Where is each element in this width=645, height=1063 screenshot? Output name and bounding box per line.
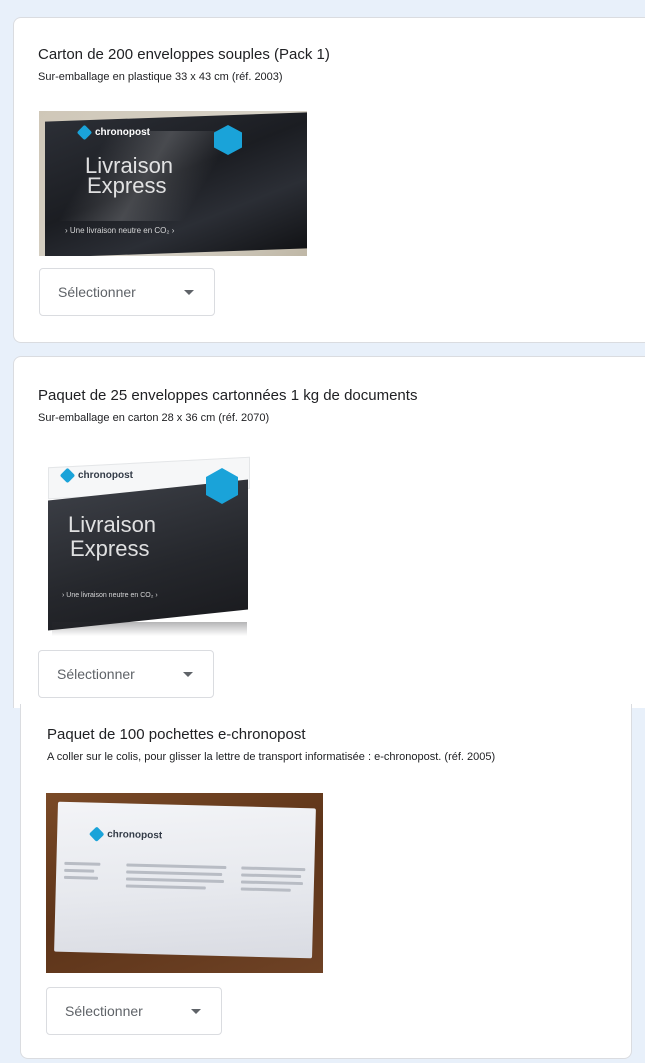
chronopost-logo-icon: [59, 467, 76, 484]
caret-down-icon: [191, 1009, 201, 1014]
quantity-select[interactable]: Sélectionner: [46, 987, 222, 1035]
chronopost-logo-icon: [88, 826, 105, 842]
product-title: Paquet de 100 pochettes e-chronopost: [47, 726, 306, 743]
brand-logo: chronopost: [76, 124, 150, 141]
caret-down-icon: [183, 672, 193, 677]
product-image: chronopost Livraison Express › Une livra…: [39, 111, 307, 256]
pouch: chronopost: [54, 801, 316, 959]
product-image: chronopost Livraison Express › Une livra…: [40, 452, 260, 637]
product-image: chronopost: [46, 793, 323, 973]
quantity-select[interactable]: Sélectionner: [39, 268, 215, 316]
product-card-1: Carton de 200 enveloppes souples (Pack 1…: [13, 17, 645, 343]
product-title: Carton de 200 enveloppes souples (Pack 1…: [38, 46, 330, 63]
product-subtitle: A coller sur le colis, pour glisser la l…: [47, 751, 496, 763]
product-subtitle: Sur-emballage en plastique 33 x 43 cm (r…: [38, 71, 283, 83]
brand-logo: chronopost: [59, 467, 133, 484]
chronopost-logo-icon: [76, 124, 93, 141]
order-form: Carton de 200 enveloppes souples (Pack 1…: [0, 0, 645, 1063]
brand-logo: chronopost: [88, 826, 162, 842]
caret-down-icon: [184, 290, 194, 295]
product-subtitle: Sur-emballage en carton 28 x 36 cm (réf.…: [38, 412, 270, 424]
quantity-select[interactable]: Sélectionner: [38, 650, 214, 698]
product-title: Paquet de 25 enveloppes cartonnées 1 kg …: [38, 387, 418, 404]
